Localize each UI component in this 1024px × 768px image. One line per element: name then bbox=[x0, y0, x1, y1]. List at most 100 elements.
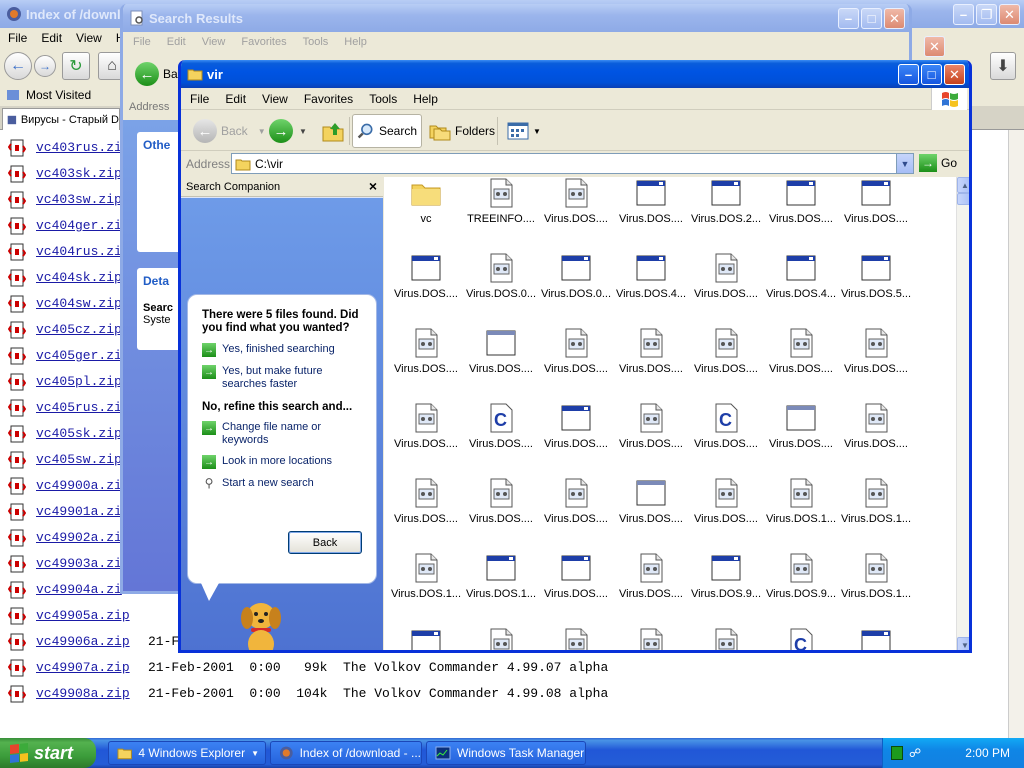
file-item[interactable]: Virus.DOS.9... bbox=[690, 552, 762, 624]
file-item[interactable]: Virus.DOS.1... bbox=[390, 552, 462, 624]
listing-file-link[interactable]: vc403sw.zip bbox=[36, 192, 122, 207]
search-dog-icon[interactable] bbox=[231, 594, 291, 653]
file-item[interactable]: Virus.DOS.... bbox=[390, 252, 462, 324]
menu-file[interactable]: File bbox=[190, 92, 209, 106]
file-item[interactable] bbox=[840, 627, 912, 650]
vir-maximize-button[interactable]: □ bbox=[921, 64, 942, 85]
menu-help[interactable]: Help bbox=[413, 92, 438, 106]
folders-button[interactable]: Folders bbox=[425, 114, 499, 148]
file-item[interactable]: Virus.DOS.... bbox=[390, 402, 462, 474]
address-input[interactable]: C:\vir ▼ bbox=[231, 153, 914, 174]
search-menu-favorites[interactable]: Favorites bbox=[241, 36, 286, 48]
listing-file-link[interactable]: vc49900a.zi bbox=[36, 478, 122, 493]
firefox-minimize-button[interactable]: – bbox=[953, 4, 974, 25]
listing-file-link[interactable]: vc405cz.zip bbox=[36, 322, 122, 337]
file-item[interactable] bbox=[465, 627, 537, 650]
firefox-back-button[interactable]: ← bbox=[4, 52, 32, 80]
views-button[interactable]: ▼ bbox=[503, 114, 545, 148]
search-maximize-button[interactable]: □ bbox=[861, 8, 882, 29]
vir-titlebar[interactable]: vir – □ ✕ bbox=[181, 60, 969, 88]
bookmark-most-visited[interactable]: Most Visited bbox=[26, 88, 91, 102]
file-item[interactable]: Virus.DOS.0... bbox=[465, 252, 537, 324]
option-finished-searching[interactable]: → Yes, finished searching bbox=[202, 343, 362, 357]
file-item[interactable]: Virus.DOS.... bbox=[690, 252, 762, 324]
file-item[interactable]: Virus.DOS.1... bbox=[840, 552, 912, 624]
listing-file-link[interactable]: vc404ger.zi bbox=[36, 218, 122, 233]
menu-view[interactable]: View bbox=[262, 92, 288, 106]
forward-dropdown-icon[interactable]: ▼ bbox=[299, 127, 307, 136]
option-faster-searches[interactable]: → Yes, but make future searches faster bbox=[202, 365, 362, 391]
search-menu-help[interactable]: Help bbox=[344, 36, 367, 48]
file-item[interactable]: C Virus.DOS.... bbox=[465, 402, 537, 474]
listing-file-link[interactable]: vc49901a.zi bbox=[36, 504, 122, 519]
file-item[interactable]: Virus.DOS.... bbox=[465, 327, 537, 399]
listing-file-link[interactable]: vc49905a.zip bbox=[36, 608, 130, 623]
file-item[interactable]: Virus.DOS.... bbox=[540, 402, 612, 474]
search-close-button[interactable]: ✕ bbox=[884, 8, 905, 29]
menu-edit[interactable]: Edit bbox=[225, 92, 246, 106]
option-more-locations[interactable]: → Look in more locations bbox=[202, 455, 362, 469]
file-list-scrollbar[interactable]: ▲ ▼ bbox=[956, 177, 969, 650]
taskbar-item-task-manager[interactable]: Windows Task Manager bbox=[426, 741, 586, 765]
listing-file-link[interactable]: vc49904a.zi bbox=[36, 582, 122, 597]
file-item[interactable]: Virus.DOS.... bbox=[690, 477, 762, 549]
firefox-menu-edit[interactable]: Edit bbox=[41, 31, 62, 45]
companion-close-button[interactable]: × bbox=[369, 178, 377, 194]
file-item[interactable]: Virus.DOS.... bbox=[390, 327, 462, 399]
search-menu-file[interactable]: File bbox=[133, 36, 151, 48]
file-item[interactable]: Virus.DOS.... bbox=[615, 327, 687, 399]
search-results-titlebar[interactable]: Search Results – □ ✕ bbox=[123, 4, 909, 32]
firefox-forward-button[interactable]: → bbox=[34, 55, 56, 77]
menu-favorites[interactable]: Favorites bbox=[304, 92, 353, 106]
file-item[interactable]: C Virus.DOS.... bbox=[690, 402, 762, 474]
search-menu-edit[interactable]: Edit bbox=[167, 36, 186, 48]
file-item[interactable]: Virus.DOS.... bbox=[540, 477, 612, 549]
listing-file-link[interactable]: vc49903a.zi bbox=[36, 556, 122, 571]
forward-button[interactable]: → ▼ bbox=[265, 114, 311, 148]
file-item[interactable]: Virus.DOS.... bbox=[765, 327, 837, 399]
scroll-thumb[interactable] bbox=[957, 193, 969, 205]
file-item[interactable]: Virus.DOS.... bbox=[390, 477, 462, 549]
taskbar-item-explorer[interactable]: 4 Windows Explorer ▼ bbox=[108, 741, 266, 765]
search-minimize-button[interactable]: – bbox=[838, 8, 859, 29]
up-folder-button[interactable] bbox=[317, 114, 349, 148]
file-item[interactable]: Virus.DOS.5... bbox=[840, 252, 912, 324]
file-item[interactable]: Virus.DOS.... bbox=[615, 552, 687, 624]
option-change-filename[interactable]: → Change file name or keywords bbox=[202, 421, 362, 447]
companion-back-button[interactable]: Back bbox=[288, 531, 362, 554]
file-item[interactable]: Virus.DOS.... bbox=[840, 177, 912, 249]
option-new-search[interactable]: ⚲ Start a new search bbox=[202, 477, 362, 490]
listing-file-link[interactable]: vc405pl.zip bbox=[36, 374, 122, 389]
file-item[interactable]: Virus.DOS.... bbox=[465, 477, 537, 549]
vir-minimize-button[interactable]: – bbox=[898, 64, 919, 85]
network-icon[interactable]: ☍ bbox=[909, 746, 923, 760]
listing-file-link[interactable]: vc49907a.zip bbox=[36, 660, 130, 675]
file-item[interactable]: Virus.DOS.9... bbox=[765, 552, 837, 624]
search-button[interactable]: Search bbox=[352, 114, 422, 148]
file-item[interactable]: Virus.DOS.... bbox=[615, 177, 687, 249]
search-menu-view[interactable]: View bbox=[202, 36, 226, 48]
file-item[interactable]: Virus.DOS.... bbox=[615, 402, 687, 474]
listing-file-link[interactable]: vc49908a.zip bbox=[36, 686, 130, 701]
search-menu-tools[interactable]: Tools bbox=[303, 36, 329, 48]
firefox-restore-button[interactable]: ❐ bbox=[976, 4, 997, 25]
go-button[interactable]: → Go bbox=[919, 154, 957, 172]
file-item[interactable]: Virus.DOS.... bbox=[765, 177, 837, 249]
vir-close-button[interactable]: ✕ bbox=[944, 64, 965, 85]
file-item[interactable]: Virus.DOS.1... bbox=[465, 552, 537, 624]
file-item[interactable] bbox=[390, 627, 462, 650]
listing-file-link[interactable]: vc403sk.zip bbox=[36, 166, 122, 181]
file-item[interactable] bbox=[615, 627, 687, 650]
menu-tools[interactable]: Tools bbox=[369, 92, 397, 106]
firefox-close-button[interactable]: ✕ bbox=[999, 4, 1020, 25]
inactive-close-button[interactable]: ✕ bbox=[924, 36, 945, 57]
file-item[interactable]: Virus.DOS.... bbox=[690, 327, 762, 399]
listing-file-link[interactable]: vc404sw.zip bbox=[36, 296, 122, 311]
listing-file-link[interactable]: vc403rus.zi bbox=[36, 140, 122, 155]
listing-file-link[interactable]: vc49902a.zi bbox=[36, 530, 122, 545]
task-manager-tray-icon[interactable] bbox=[891, 746, 903, 760]
listing-file-link[interactable]: vc49906a.zip bbox=[36, 634, 130, 649]
listing-file-link[interactable]: vc405sw.zip bbox=[36, 452, 122, 467]
taskbar-item-firefox[interactable]: Index of /download - ... bbox=[270, 741, 422, 765]
file-item[interactable]: Virus.DOS.1... bbox=[765, 477, 837, 549]
